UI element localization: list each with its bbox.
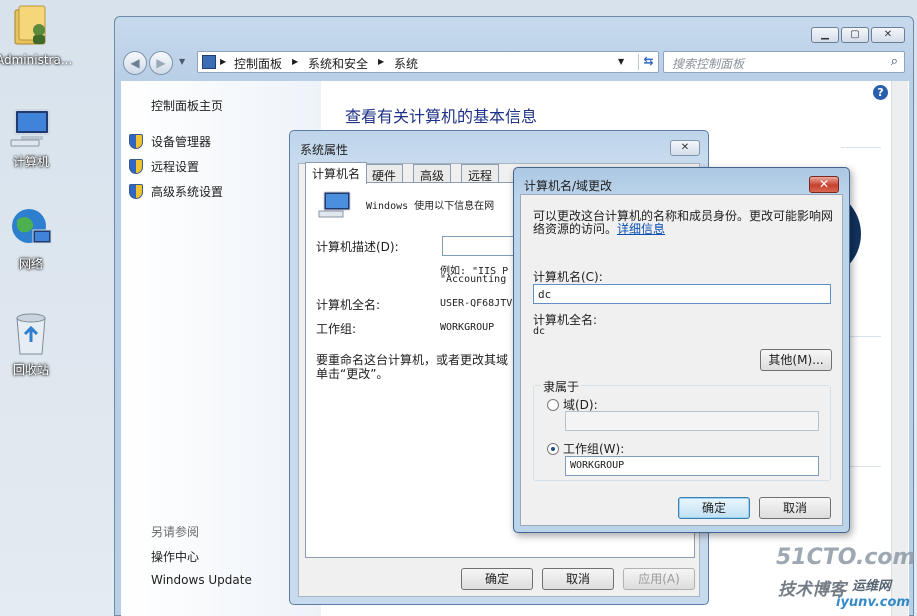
breadcrumb-item[interactable]: 系统和安全 (308, 55, 368, 72)
full-name-label: 计算机全名: (316, 298, 381, 312)
arrow-right-icon: ▶ (156, 56, 166, 70)
radio-button-selected[interactable] (547, 443, 559, 455)
help-icon[interactable]: ? (873, 85, 888, 100)
see-also-heading: 另请参阅 (151, 525, 200, 539)
ok-button[interactable]: 确定 (678, 497, 750, 519)
rename-instructions: 单击“更改”。 (316, 367, 389, 381)
address-dropdown-icon[interactable]: ▼ (618, 57, 624, 66)
close-window-button[interactable]: ✕ (871, 27, 905, 43)
desktop-icon-network[interactable]: 网络 (0, 206, 66, 272)
radio-button[interactable] (547, 399, 559, 411)
full-name-value: USER-QF68JTV (440, 298, 513, 309)
tab-remote[interactable]: 远程 (461, 164, 500, 184)
action-center-link[interactable]: 操作中心 (151, 548, 199, 565)
link-label: 设备管理器 (151, 135, 212, 149)
dialog-title: 系统属性 (300, 143, 349, 157)
workgroup-value: WORKGROUP (440, 322, 495, 333)
link-label: 高级系统设置 (151, 185, 224, 199)
scrollbar[interactable] (891, 81, 908, 616)
dialog-body: 可以更改这台计算机的名称和成员身份。更改可能影响网 络资源的访问。详细信息 计算… (520, 194, 843, 526)
minimize-button[interactable]: ▁ (811, 27, 839, 43)
computer-name-dialog: 计算机名/域更改 ✕ 可以更改这台计算机的名称和成员身份。更改可能影响网 络资源… (513, 167, 850, 533)
search-icon[interactable]: ⌕ (891, 54, 898, 69)
dialog-close-button[interactable]: ✕ (670, 140, 700, 156)
breadcrumb-separator-icon: ▶ (292, 57, 299, 66)
watermark-text: 运维网 (852, 579, 892, 594)
full-name-value: dc (533, 326, 546, 337)
cancel-button[interactable]: 取消 (542, 568, 614, 590)
control-panel-home-link[interactable]: 控制面板主页 (151, 97, 223, 114)
domain-input[interactable] (565, 411, 819, 431)
workgroup-input[interactable]: WORKGROUP (565, 456, 819, 476)
member-of-label: 隶属于 (541, 378, 582, 395)
breadcrumb-separator-icon: ▶ (220, 57, 227, 66)
dialog-title: 计算机名/域更改 (524, 179, 613, 193)
search-input[interactable]: 搜索控制面板 (672, 55, 744, 72)
workgroup-label: 工作组: (316, 322, 357, 336)
computer-description-label: 计算机描述(D): (316, 240, 399, 254)
intro-text-line2: 络资源的访问。详细信息 (533, 220, 665, 237)
details-link[interactable]: 详细信息 (617, 222, 665, 236)
search-box[interactable]: 搜索控制面板 ⌕ (663, 51, 905, 73)
computer-name-label: 计算机名(C): (533, 270, 603, 284)
shield-icon (129, 159, 143, 174)
page-title: 查看有关计算机的基本信息 (345, 107, 538, 126)
breadcrumb-item[interactable]: 系统 (394, 55, 418, 72)
desktop-icon-label: Administra... (0, 53, 73, 67)
workgroup-radio[interactable]: 工作组(W): (547, 440, 624, 457)
computer-icon (318, 191, 351, 218)
link-label: 远程设置 (151, 160, 200, 174)
breadcrumb-separator-icon: ▶ (378, 57, 385, 66)
computer-name-input[interactable]: dc (533, 284, 831, 304)
example-text: "Accounting (440, 274, 507, 285)
tab-computer-name[interactable]: 计算机名 (305, 162, 368, 184)
more-button[interactable]: 其他(M)... (760, 349, 832, 371)
history-dropdown-icon[interactable]: ▼ (179, 57, 185, 66)
dialog-close-button[interactable]: ✕ (809, 176, 839, 193)
user-folder-icon (14, 5, 46, 45)
desktop-icon-computer[interactable]: 计算机 (0, 108, 66, 170)
refresh-icon[interactable]: ⇆ (638, 54, 658, 70)
desktop-icon-recycle-bin[interactable]: 回收站 (0, 310, 66, 378)
back-button[interactable]: ◀ (123, 51, 147, 75)
intro-text: 络资源的访问。 (533, 222, 618, 236)
network-globe-icon (12, 209, 52, 244)
control-panel-icon (202, 55, 216, 69)
windows-update-link[interactable]: Windows Update (151, 573, 252, 587)
shield-icon (129, 184, 143, 199)
arrow-left-icon: ◀ (130, 56, 140, 70)
recycle-bin-icon (16, 313, 46, 355)
shield-icon (129, 134, 143, 149)
domain-label: 域(D): (563, 398, 598, 412)
desktop-icon-label: 回收站 (12, 363, 49, 377)
apply-button[interactable]: 应用(A) (623, 568, 695, 590)
description-text: Windows 使用以下信息在网 (366, 201, 495, 212)
computer-icon (10, 109, 50, 147)
forward-button[interactable]: ▶ (149, 51, 173, 75)
ok-button[interactable]: 确定 (461, 568, 533, 590)
desktop-icon-user-folder[interactable]: Administra... (0, 4, 73, 67)
divider (841, 147, 881, 148)
cancel-button[interactable]: 取消 (759, 497, 831, 519)
workgroup-label: 工作组(W): (563, 442, 625, 456)
remote-settings-link[interactable]: 远程设置 (129, 158, 199, 175)
watermark-text: 51CTO.com (776, 545, 916, 570)
address-bar[interactable]: ▶ 控制面板 ▶ 系统和安全 ▶ 系统 ▼ ⇆ (197, 51, 659, 73)
tab-hardware[interactable]: 硬件 (365, 164, 404, 184)
desktop-icon-label: 计算机 (12, 155, 49, 169)
device-manager-link[interactable]: 设备管理器 (129, 133, 211, 150)
watermark-text: iyunv.com (836, 595, 910, 610)
advanced-system-settings-link[interactable]: 高级系统设置 (129, 183, 223, 200)
breadcrumb-item[interactable]: 控制面板 (234, 55, 282, 72)
desktop-icon-label: 网络 (18, 257, 43, 271)
maximize-button[interactable]: ▢ (841, 27, 869, 43)
tab-advanced[interactable]: 高级 (413, 164, 452, 184)
